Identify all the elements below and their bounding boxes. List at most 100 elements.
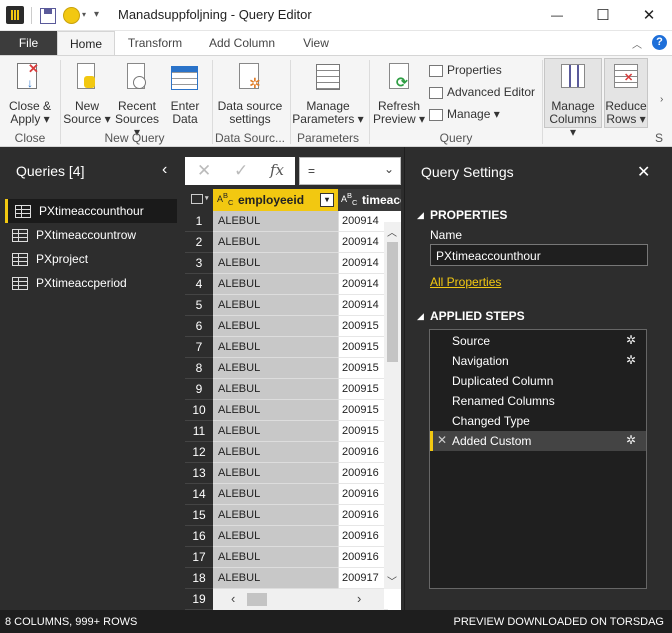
cell-timeacc[interactable]: 200915 <box>338 400 388 421</box>
cell-employeeid[interactable]: ALEBUL <box>213 526 338 547</box>
query-item[interactable]: PXtimeaccperiod <box>5 271 177 295</box>
row-number[interactable]: 3 <box>185 253 213 274</box>
cell-timeacc[interactable]: 200914 <box>338 232 388 253</box>
row-number[interactable]: 6 <box>185 316 213 337</box>
step-item-selected[interactable]: ✕ Added Custom ✲ <box>430 431 646 451</box>
row-number[interactable]: 8 <box>185 358 213 379</box>
cell-employeeid[interactable]: ALEBUL <box>213 316 338 337</box>
collapse-section-icon[interactable]: ◢ <box>417 210 424 221</box>
cell-employeeid[interactable]: ALEBUL <box>213 568 338 589</box>
cell-employeeid[interactable]: ALEBUL <box>213 463 338 484</box>
cell-employeeid[interactable]: ALEBUL <box>213 505 338 526</box>
cell-timeacc[interactable]: 200916 <box>338 526 388 547</box>
row-number[interactable]: 17 <box>185 547 213 568</box>
scroll-thumb[interactable] <box>387 242 398 362</box>
row-number[interactable]: 7 <box>185 337 213 358</box>
cell-timeacc[interactable]: 200914 <box>338 253 388 274</box>
collapse-queries-icon[interactable]: ‹ <box>162 161 167 179</box>
manage-button[interactable]: Manage ▾ <box>429 107 500 123</box>
filter-dropdown-icon[interactable]: ▾ <box>320 193 334 207</box>
close-settings-icon[interactable]: ✕ <box>637 162 650 182</box>
cell-timeacc[interactable]: 200914 <box>338 295 388 316</box>
expand-formula-icon[interactable]: ⌄ <box>384 162 394 176</box>
row-number[interactable]: 12 <box>185 442 213 463</box>
row-number[interactable]: 13 <box>185 463 213 484</box>
cell-employeeid[interactable]: ALEBUL <box>213 211 338 232</box>
tab-view[interactable]: View <box>296 31 336 56</box>
cell-employeeid[interactable]: ALEBUL <box>213 232 338 253</box>
row-number[interactable]: 5 <box>185 295 213 316</box>
cell-employeeid[interactable]: ALEBUL <box>213 337 338 358</box>
smiley-dropdown-icon[interactable]: ▾ <box>82 6 86 24</box>
cell-employeeid[interactable]: ALEBUL <box>213 253 338 274</box>
row-number[interactable]: 4 <box>185 274 213 295</box>
manage-parameters-button[interactable]: Manage Parameters ▾ <box>292 58 364 128</box>
enter-data-button[interactable]: Enter Data <box>163 58 207 128</box>
refresh-preview-button[interactable]: ⟳ Refresh Preview ▾ <box>371 58 427 128</box>
cell-employeeid[interactable]: ALEBUL <box>213 547 338 568</box>
cell-employeeid[interactable]: ALEBUL <box>213 295 338 316</box>
gear-icon[interactable]: ✲ <box>626 354 638 366</box>
cell-employeeid[interactable]: ALEBUL <box>213 484 338 505</box>
gear-icon[interactable]: ✲ <box>626 334 638 346</box>
save-icon[interactable] <box>40 8 56 24</box>
data-source-settings-button[interactable]: ✲ Data source settings <box>214 58 286 128</box>
scroll-up-icon[interactable]: ︿ <box>387 224 397 239</box>
collapse-section-icon[interactable]: ◢ <box>417 311 424 322</box>
gear-icon[interactable]: ✲ <box>626 434 638 446</box>
cell-timeacc[interactable]: 200916 <box>338 547 388 568</box>
help-icon[interactable]: ? <box>652 35 667 50</box>
step-item[interactable]: Source ✲ <box>430 331 646 351</box>
cell-employeeid[interactable]: ALEBUL <box>213 274 338 295</box>
horizontal-scrollbar[interactable]: ‹ › <box>213 589 384 610</box>
row-number[interactable]: 16 <box>185 526 213 547</box>
close-apply-button[interactable]: ✕ ↓ Close & Apply ▾ <box>3 58 57 128</box>
recent-sources-button[interactable]: Recent Sources ▾ <box>112 58 162 139</box>
cell-timeacc[interactable]: 200916 <box>338 463 388 484</box>
properties-button[interactable]: Properties <box>429 63 502 79</box>
row-number[interactable]: 15 <box>185 505 213 526</box>
cell-timeacc[interactable]: 200915 <box>338 421 388 442</box>
tab-home[interactable]: Home <box>57 31 115 56</box>
step-item[interactable]: Duplicated Column <box>430 371 646 391</box>
new-source-button[interactable]: New Source ▾ <box>62 58 112 128</box>
column-header-timeacc[interactable]: ABC timeacc <box>338 189 401 211</box>
commit-formula-button[interactable]: ✓ <box>234 161 248 181</box>
row-number[interactable]: 1 <box>185 211 213 232</box>
cell-timeacc[interactable]: 200915 <box>338 337 388 358</box>
cell-timeacc[interactable]: 200915 <box>338 358 388 379</box>
cell-timeacc[interactable]: 200914 <box>338 274 388 295</box>
row-number[interactable]: 19 <box>185 589 213 610</box>
query-item[interactable]: PXproject <box>5 247 177 271</box>
delete-step-icon[interactable]: ✕ <box>437 433 447 447</box>
scroll-down-icon[interactable]: ﹀ <box>387 573 397 588</box>
cell-timeacc[interactable]: 200916 <box>338 484 388 505</box>
row-number[interactable]: 14 <box>185 484 213 505</box>
cell-timeacc[interactable]: 200917 <box>338 568 388 589</box>
row-number[interactable]: 10 <box>185 400 213 421</box>
cell-employeeid[interactable]: ALEBUL <box>213 400 338 421</box>
select-all-table-icon[interactable]: ▾ <box>185 189 213 211</box>
step-item[interactable]: Renamed Columns <box>430 391 646 411</box>
scroll-left-icon[interactable]: ‹ <box>231 591 235 606</box>
collapse-ribbon-icon[interactable]: ︿ <box>632 36 642 51</box>
scroll-right-icon[interactable]: › <box>357 591 361 606</box>
cell-timeacc[interactable]: 200914 <box>338 211 388 232</box>
advanced-editor-button[interactable]: Advanced Editor <box>429 85 535 101</box>
row-number[interactable]: 18 <box>185 568 213 589</box>
query-name-input[interactable]: PXtimeaccounthour <box>430 244 648 266</box>
cell-employeeid[interactable]: ALEBUL <box>213 442 338 463</box>
cell-timeacc[interactable]: 200916 <box>338 442 388 463</box>
smiley-feedback-icon[interactable] <box>63 7 80 24</box>
cancel-formula-button[interactable]: ✕ <box>197 161 211 181</box>
formula-bar-input[interactable]: = ⌄ <box>299 157 401 185</box>
cell-employeeid[interactable]: ALEBUL <box>213 421 338 442</box>
tab-transform[interactable]: Transform <box>122 31 188 56</box>
ribbon-scroll-right-icon[interactable]: › <box>660 94 663 105</box>
customize-toolbar-icon[interactable]: ▾ <box>94 6 99 24</box>
tab-add-column[interactable]: Add Column <box>202 31 282 56</box>
column-header-employeeid[interactable]: ABC employeeid ▾ <box>213 189 338 211</box>
cell-employeeid[interactable]: ALEBUL <box>213 358 338 379</box>
cell-timeacc[interactable]: 200915 <box>338 379 388 400</box>
cell-timeacc[interactable]: 200915 <box>338 316 388 337</box>
